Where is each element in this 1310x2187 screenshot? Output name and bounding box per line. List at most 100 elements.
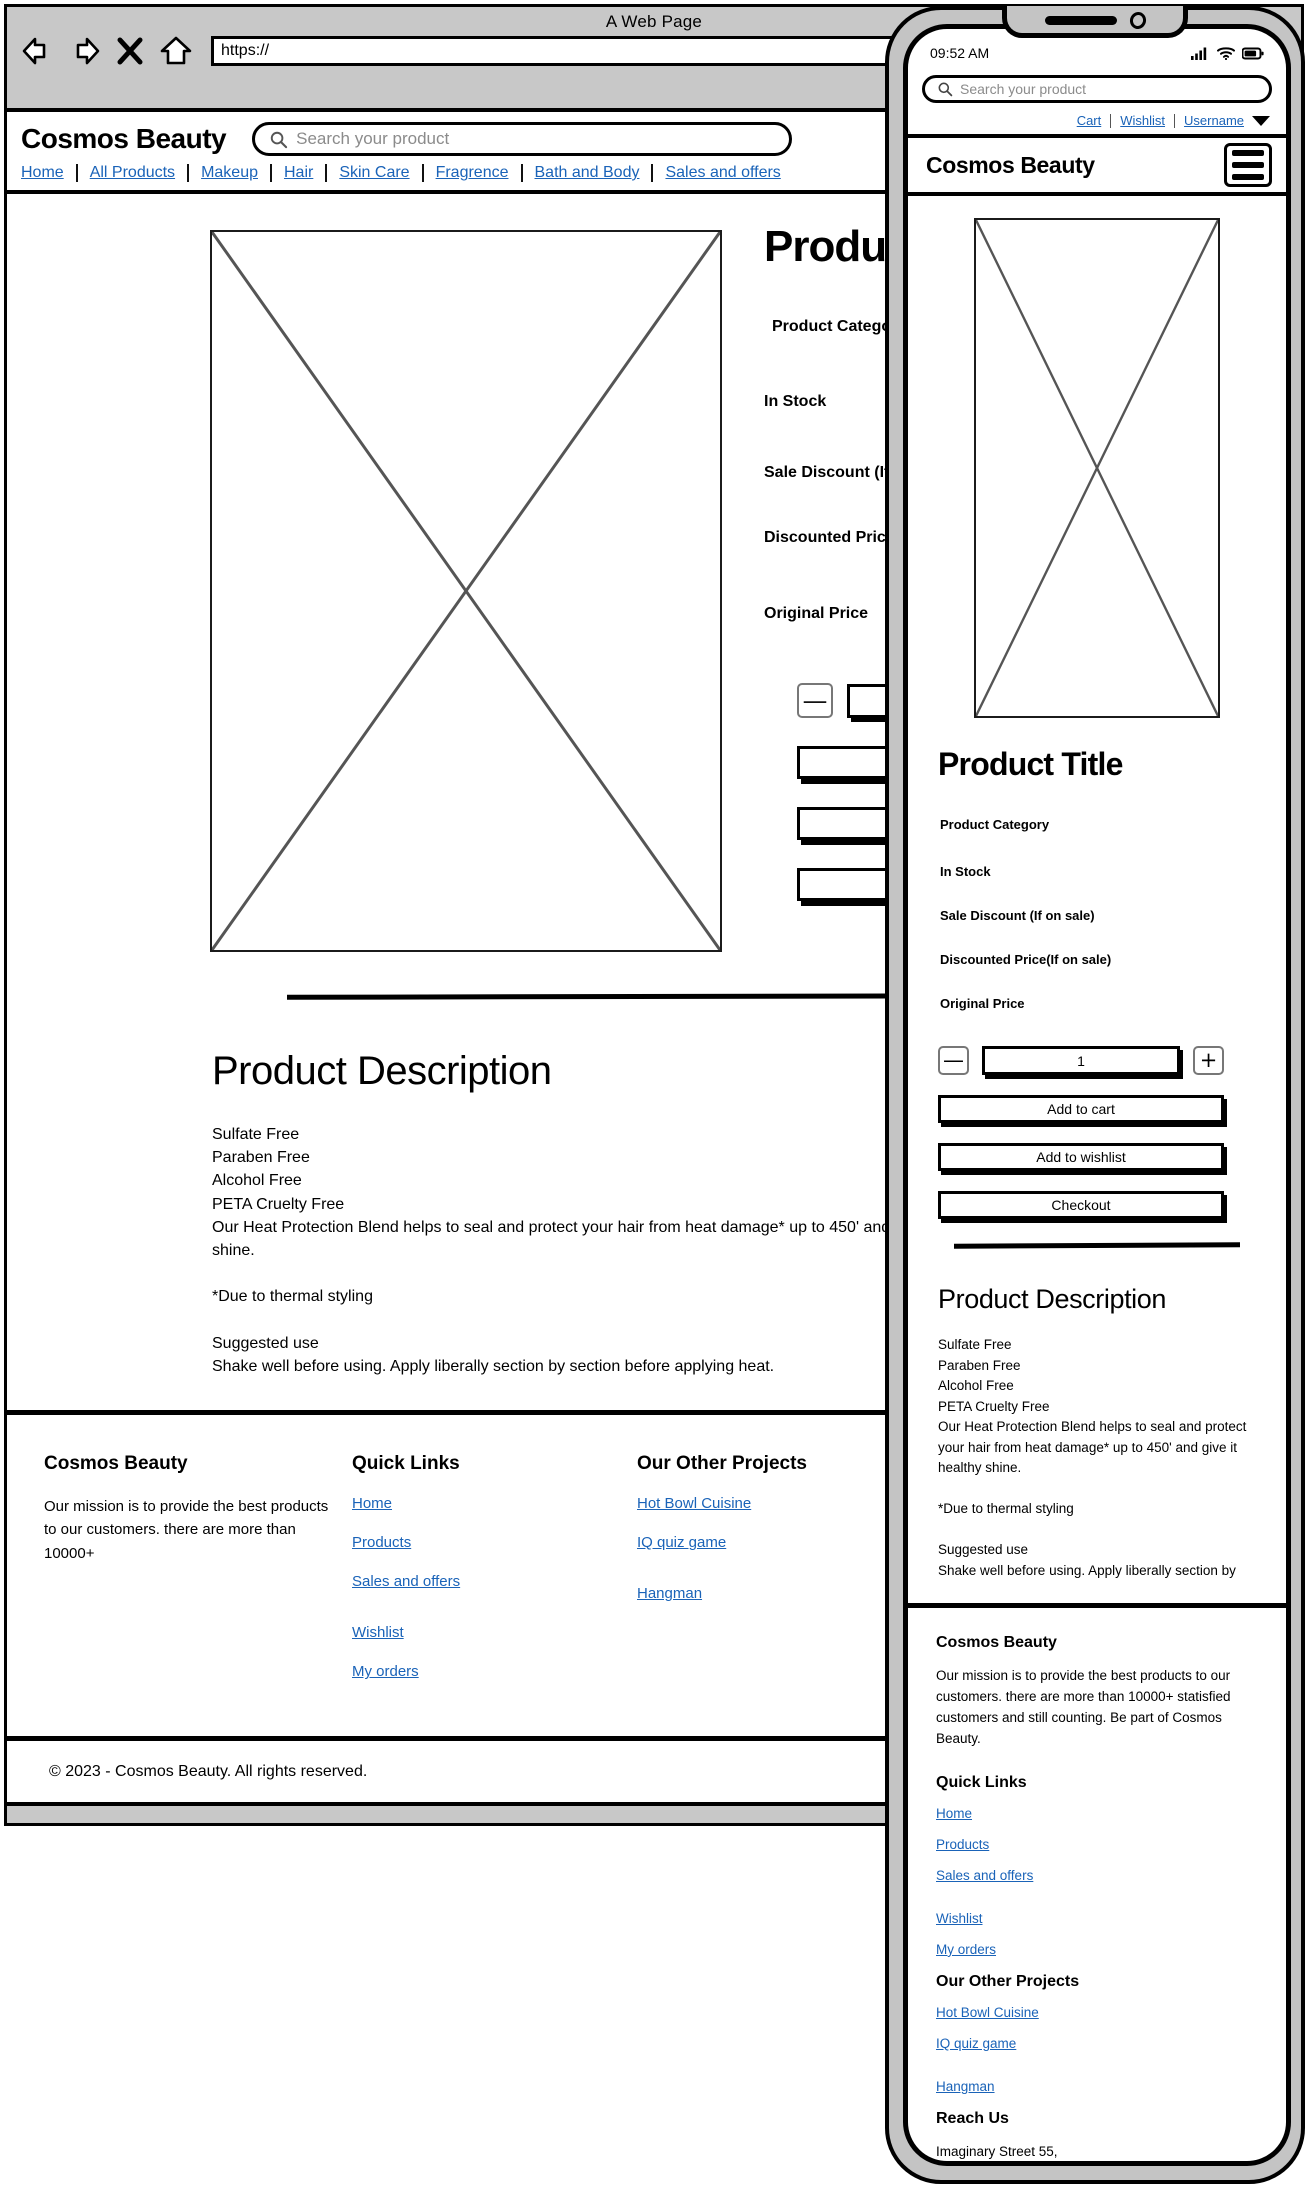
nav-item-fragrence[interactable]: Fragrence xyxy=(436,164,509,182)
mobile-footer-link-my-orders[interactable]: My orders xyxy=(936,1942,996,1957)
footer-link-wishlist[interactable]: Wishlist xyxy=(352,1624,404,1641)
search-icon xyxy=(938,82,953,97)
mobile-add-to-cart-button[interactable]: Add to cart xyxy=(938,1095,1224,1123)
nav-item-makeup[interactable]: Makeup xyxy=(201,164,258,182)
divider xyxy=(651,164,654,182)
wifi-icon xyxy=(1217,47,1235,60)
status-time: 09:52 AM xyxy=(930,45,990,61)
mobile-product-description-body: Sulfate Free Paraben Free Alcohol Free P… xyxy=(938,1337,1247,1578)
divider xyxy=(187,164,190,182)
divider xyxy=(421,164,424,182)
footer-about-column: Cosmos Beauty Our mission is to provide … xyxy=(7,1453,352,1702)
mobile-footer-link-sales-and-offers[interactable]: Sales and offers xyxy=(936,1868,1033,1883)
home-icon[interactable] xyxy=(159,34,193,68)
mobile-username-link[interactable]: Username xyxy=(1184,113,1244,128)
mobile-site-footer: Cosmos Beauty Our mission is to provide … xyxy=(908,1603,1286,2161)
divider xyxy=(1110,113,1112,128)
mobile-footer-about-heading: Cosmos Beauty xyxy=(936,1634,1057,1652)
footer-quick-links-column: Quick Links Home Products Sales and offe… xyxy=(352,1453,637,1702)
cellular-signal-icon xyxy=(1191,47,1207,60)
mobile-footer-link-hot-bowl-cuisine[interactable]: Hot Bowl Cuisine xyxy=(936,2005,1039,2020)
copyright-text: © 2023 - Cosmos Beauty. All rights reser… xyxy=(49,1762,368,1780)
mobile-quantity-increment-button[interactable]: + xyxy=(1193,1046,1224,1075)
mobile-product-description-heading: Product Description xyxy=(938,1284,1167,1314)
footer-about-heading: Cosmos Beauty xyxy=(44,1453,188,1475)
mobile-search-input[interactable]: Search your product xyxy=(922,75,1272,103)
divider xyxy=(520,164,523,182)
phone-notch xyxy=(1002,6,1188,38)
footer-quick-links-heading: Quick Links xyxy=(352,1453,460,1475)
nav-item-bath-and-body[interactable]: Bath and Body xyxy=(535,164,640,182)
close-x-icon[interactable] xyxy=(113,34,147,68)
search-input[interactable]: Search your product xyxy=(252,122,793,156)
mobile-add-to-wishlist-button[interactable]: Add to wishlist xyxy=(938,1143,1224,1171)
mobile-footer-quick-links-heading: Quick Links xyxy=(936,1773,1027,1791)
mobile-device-mockup: 09:52 AM Search your product Cart Wishli… xyxy=(885,6,1305,2184)
mobile-account-links: Cart Wishlist Username xyxy=(908,103,1286,134)
product-image-placeholder xyxy=(210,230,722,952)
mobile-product-actions: Add to cart Add to wishlist Checkout xyxy=(938,1095,1286,1219)
mobile-site-brand: Cosmos Beauty xyxy=(926,151,1095,178)
footer-link-iq-quiz-game[interactable]: IQ quiz game xyxy=(637,1534,726,1551)
battery-icon xyxy=(1242,47,1264,59)
nav-item-hair[interactable]: Hair xyxy=(284,164,313,182)
footer-other-projects-heading: Our Other Projects xyxy=(637,1453,807,1475)
earpiece-speaker xyxy=(1044,16,1117,25)
footer-link-hot-bowl-cuisine[interactable]: Hot Bowl Cuisine xyxy=(637,1495,751,1512)
chevron-down-icon[interactable] xyxy=(1252,115,1270,126)
mobile-product-stock-status: In Stock xyxy=(940,864,991,879)
mobile-footer-link-home[interactable]: Home xyxy=(936,1806,972,1821)
mobile-footer-link-hangman[interactable]: Hangman xyxy=(936,2079,995,2094)
mobile-cart-link[interactable]: Cart xyxy=(1077,113,1102,128)
quantity-decrement-button[interactable]: — xyxy=(797,683,833,718)
mobile-search-placeholder: Search your product xyxy=(960,81,1087,97)
nav-item-home[interactable]: Home xyxy=(21,164,64,182)
mobile-quantity-decrement-button[interactable]: — xyxy=(938,1046,969,1075)
mobile-footer-address: Imaginary Street 55, 12345, Berlin - Ger… xyxy=(936,2143,1058,2159)
mobile-footer-reach-us-heading: Reach Us xyxy=(936,2109,1009,2127)
mobile-product-sale-discount: Sale Discount (If on sale) xyxy=(940,908,1095,923)
search-icon xyxy=(270,131,288,148)
nav-item-sales-and-offers[interactable]: Sales and offers xyxy=(665,164,780,182)
footer-link-sales-and-offers[interactable]: Sales and offers xyxy=(352,1573,460,1590)
nav-item-all-products[interactable]: All Products xyxy=(90,164,175,182)
mobile-footer-link-products[interactable]: Products xyxy=(936,1837,989,1852)
footer-other-projects-column: Our Other Projects Hot Bowl Cuisine IQ q… xyxy=(637,1453,897,1702)
mobile-quantity-input[interactable]: 1 xyxy=(982,1046,1180,1075)
mobile-product-image-placeholder xyxy=(974,218,1220,718)
mobile-checkout-button[interactable]: Checkout xyxy=(938,1191,1224,1219)
mobile-product-discounted-price: Discounted Price(If on sale) xyxy=(940,952,1112,967)
front-camera-icon xyxy=(1127,10,1148,31)
mobile-footer-about-text: Our mission is to provide the best produ… xyxy=(936,1668,1231,1746)
mobile-brand-bar: Cosmos Beauty xyxy=(908,134,1286,196)
mobile-footer-link-iq-quiz-game[interactable]: IQ quiz game xyxy=(936,2036,1016,2051)
divider xyxy=(269,164,272,182)
forward-arrow-icon[interactable] xyxy=(67,34,101,68)
divider xyxy=(1174,113,1176,128)
mobile-product-original-price: Original Price xyxy=(940,996,1025,1011)
search-placeholder: Search your product xyxy=(296,129,450,148)
mobile-section-divider xyxy=(953,1242,1241,1249)
mobile-product-title: Product Title xyxy=(938,746,1123,782)
hamburger-menu-icon[interactable] xyxy=(1224,143,1272,187)
divider xyxy=(325,164,328,182)
footer-about-text: Our mission is to provide the best produ… xyxy=(44,1498,329,1562)
mobile-wishlist-link[interactable]: Wishlist xyxy=(1120,113,1165,128)
back-arrow-icon[interactable] xyxy=(21,34,55,68)
footer-link-home[interactable]: Home xyxy=(352,1495,392,1512)
wireframe-canvas: A Web Page https:// Cosmos Beauty Search… xyxy=(0,0,1310,2187)
footer-link-products[interactable]: Products xyxy=(352,1534,411,1551)
nav-item-skin-care[interactable]: Skin Care xyxy=(339,164,409,182)
divider xyxy=(75,164,78,182)
mobile-product-category: Product Category xyxy=(940,817,1050,832)
footer-link-my-orders[interactable]: My orders xyxy=(352,1663,419,1680)
mobile-screen: 09:52 AM Search your product Cart Wishli… xyxy=(903,24,1291,2166)
mobile-footer-other-projects-heading: Our Other Projects xyxy=(936,1972,1080,1990)
mobile-footer-link-wishlist[interactable]: Wishlist xyxy=(936,1911,983,1926)
site-brand: Cosmos Beauty xyxy=(21,123,227,154)
footer-link-hangman[interactable]: Hangman xyxy=(637,1585,702,1602)
mobile-quantity-stepper: — 1 + xyxy=(938,1046,1286,1075)
